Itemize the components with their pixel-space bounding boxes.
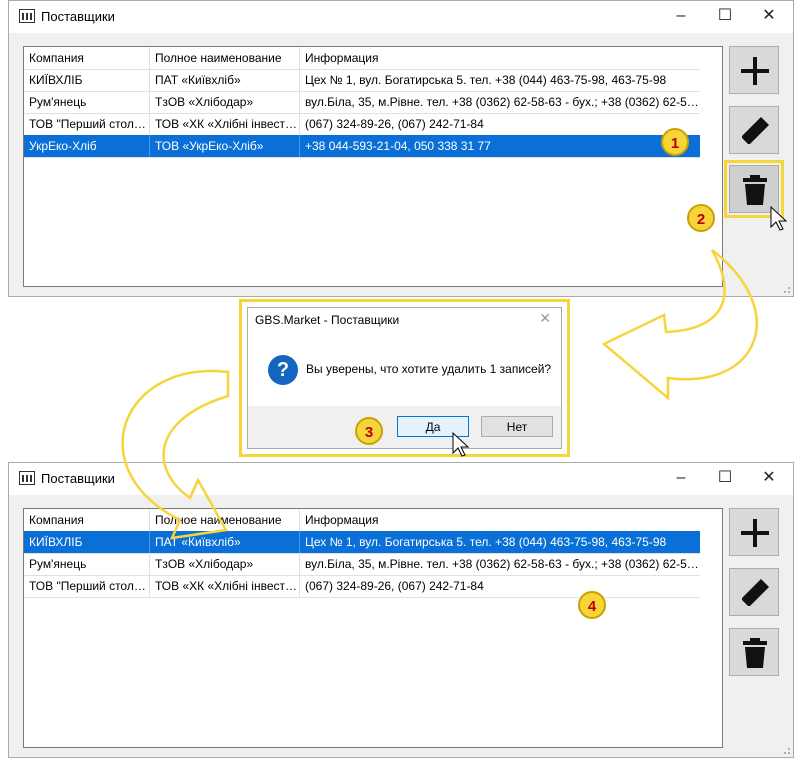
cell-info: вул.Біла, 35, м.Рівне. тел. +38 (0362) 6… bbox=[305, 557, 700, 571]
table-row[interactable]: КИЇВХЛІБ ПАТ «Київхліб» Цех № 1, вул. Бо… bbox=[24, 69, 700, 92]
cell-company: Рум'янець bbox=[24, 91, 150, 113]
trash-icon bbox=[743, 638, 767, 668]
delete-confirm-dialog-frame: GBS.Market - Поставщики ✕ ? Вы уверены, … bbox=[239, 299, 570, 457]
column-header-company[interactable]: Компания bbox=[24, 509, 150, 531]
cell-info: Цех № 1, вул. Богатирська 5. тел. +38 (0… bbox=[305, 535, 667, 549]
trash-icon bbox=[743, 175, 767, 205]
cell-info: +38 044-593-21-04, 050 338 31 77 bbox=[305, 139, 491, 153]
column-header-fullname[interactable]: Полное наименование bbox=[150, 47, 300, 69]
cell-fullname: ПАТ «Київхліб» bbox=[150, 69, 300, 91]
table-row[interactable]: Рум'янець ТзОВ «Хлібодар» вул.Біла, 35, … bbox=[24, 553, 700, 576]
title-bar: Поставщики – ☐ ✕ bbox=[9, 1, 793, 33]
add-button[interactable] bbox=[729, 508, 779, 556]
delete-button[interactable] bbox=[724, 160, 784, 218]
close-icon[interactable]: ✕ bbox=[757, 467, 781, 489]
app-icon bbox=[19, 9, 35, 23]
maximize-icon[interactable]: ☐ bbox=[713, 5, 737, 27]
resize-grip-icon[interactable] bbox=[781, 745, 791, 755]
dialog-message: Вы уверены, что хотите удалить 1 записей… bbox=[306, 362, 552, 376]
dialog-footer: Да Нет bbox=[248, 406, 561, 448]
column-header-info[interactable]: Информация bbox=[300, 509, 700, 531]
cell-company: КИЇВХЛІБ bbox=[24, 69, 150, 91]
cell-info: Цех № 1, вул. Богатирська 5. тел. +38 (0… bbox=[305, 73, 667, 87]
step-badge: 4 bbox=[578, 591, 606, 619]
pencil-icon bbox=[742, 117, 769, 144]
app-icon bbox=[19, 471, 35, 485]
cell-fullname: ТзОВ «Хлібодар» bbox=[150, 553, 300, 575]
cell-company: КИЇВХЛІБ bbox=[24, 531, 150, 553]
minimize-icon[interactable]: – bbox=[669, 5, 693, 27]
column-header-info[interactable]: Информация bbox=[300, 47, 700, 69]
dialog-title: GBS.Market - Поставщики bbox=[255, 313, 400, 327]
table-row[interactable]: Рум'янець ТзОВ «Хлібодар» вул.Біла, 35, … bbox=[24, 91, 700, 114]
cell-company: ТОВ "Перший столи... bbox=[24, 113, 150, 135]
no-button[interactable]: Нет bbox=[481, 416, 553, 437]
suppliers-grid[interactable]: Компания Полное наименование Информация … bbox=[23, 508, 723, 748]
cell-fullname: ПАТ «Київхліб» bbox=[150, 531, 300, 553]
cell-info: (067) 324-89-26, (067) 242-71-84 bbox=[305, 117, 484, 131]
suppliers-grid[interactable]: Компания Полное наименование Информация … bbox=[23, 46, 723, 287]
table-row-selected[interactable]: УкрЕко-Хліб ТОВ «УкрЕко-Хліб» +38 044-59… bbox=[24, 135, 700, 158]
edit-button[interactable] bbox=[729, 568, 779, 616]
cell-fullname: ТзОВ «Хлібодар» bbox=[150, 91, 300, 113]
suppliers-window-after: Поставщики – ☐ ✕ Компания Полное наимено… bbox=[8, 462, 794, 758]
column-header-fullname[interactable]: Полное наименование bbox=[150, 509, 300, 531]
plus-icon bbox=[741, 57, 769, 85]
delete-confirm-dialog: GBS.Market - Поставщики ✕ ? Вы уверены, … bbox=[247, 307, 562, 449]
step-badge: 3 bbox=[355, 417, 383, 445]
question-icon: ? bbox=[268, 355, 298, 385]
cell-info: вул.Біла, 35, м.Рівне. тел. +38 (0362) 6… bbox=[305, 95, 700, 109]
maximize-icon[interactable]: ☐ bbox=[713, 467, 737, 489]
step-badge: 2 bbox=[687, 204, 715, 232]
grid-header: Компания Полное наименование Информация bbox=[24, 509, 700, 532]
cell-company: Рум'янець bbox=[24, 553, 150, 575]
delete-button[interactable] bbox=[729, 628, 779, 676]
cell-company: УкрЕко-Хліб bbox=[24, 135, 150, 157]
step-badge: 1 bbox=[661, 128, 689, 156]
edit-button[interactable] bbox=[729, 106, 779, 154]
pencil-icon bbox=[742, 579, 769, 606]
window-title: Поставщики bbox=[41, 471, 115, 486]
cell-fullname: ТОВ «ХК «Хлібні інвестиції» bbox=[150, 575, 300, 597]
plus-icon bbox=[741, 519, 769, 547]
yes-button[interactable]: Да bbox=[397, 416, 469, 437]
add-button[interactable] bbox=[729, 46, 779, 94]
minimize-icon[interactable]: – bbox=[669, 467, 693, 489]
cell-fullname: ТОВ «УкрЕко-Хліб» bbox=[150, 135, 300, 157]
grid-header: Компания Полное наименование Информация bbox=[24, 47, 700, 70]
table-row-selected[interactable]: КИЇВХЛІБ ПАТ «Київхліб» Цех № 1, вул. Бо… bbox=[24, 531, 700, 554]
resize-grip-icon[interactable] bbox=[781, 284, 791, 294]
column-header-company[interactable]: Компания bbox=[24, 47, 150, 69]
cell-fullname: ТОВ «ХК «Хлібні інвестиції» bbox=[150, 113, 300, 135]
window-title: Поставщики bbox=[41, 9, 115, 24]
table-row[interactable]: ТОВ "Перший столи... ТОВ «ХК «Хлібні інв… bbox=[24, 113, 700, 136]
close-icon[interactable]: ✕ bbox=[757, 5, 781, 27]
title-bar: Поставщики – ☐ ✕ bbox=[9, 463, 793, 495]
cell-company: ТОВ "Перший столи... bbox=[24, 575, 150, 597]
dialog-close-icon[interactable]: ✕ bbox=[539, 310, 551, 327]
cell-info: (067) 324-89-26, (067) 242-71-84 bbox=[305, 579, 484, 593]
